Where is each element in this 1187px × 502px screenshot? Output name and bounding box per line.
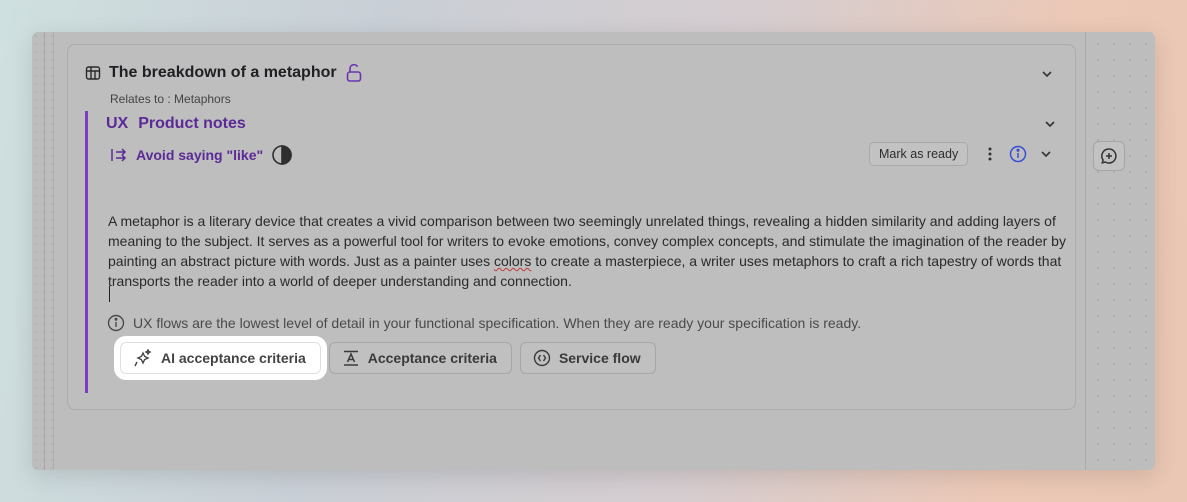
acceptance-criteria-button[interactable]: Acceptance criteria <box>328 342 512 374</box>
text-format-icon <box>343 350 358 366</box>
product-notes-section: UX Product notes Avoid saying "like" Mar… <box>85 111 1066 393</box>
mark-as-ready-button[interactable]: Mark as ready <box>869 142 969 166</box>
table-grid-icon <box>85 66 101 80</box>
note-item-title: Avoid saying "like" <box>136 147 264 163</box>
notes-prefix: UX <box>106 115 129 132</box>
spelling-error: colors <box>493 253 532 269</box>
info-icon[interactable] <box>1009 145 1027 163</box>
notes-title: UX Product notes <box>106 115 246 133</box>
add-comment-button[interactable] <box>1093 141 1125 171</box>
flow-arrow-icon <box>111 148 127 162</box>
note-item-header: Avoid saying "like" <box>110 144 293 166</box>
flow-icon <box>533 349 551 367</box>
card-title: The breakdown of a metaphor <box>109 64 337 81</box>
ai-acceptance-criteria-button[interactable]: AI acceptance criteria <box>120 342 321 374</box>
note-body-text[interactable]: A metaphor is a literary device that cre… <box>108 211 1068 291</box>
text-caret <box>109 286 110 302</box>
relates-to-label: Relates to : Metaphors <box>110 92 231 106</box>
chevron-down-icon[interactable] <box>1043 117 1057 131</box>
more-options-icon[interactable] <box>983 146 997 162</box>
action-buttons: AI acceptance criteria Acceptance criter… <box>120 342 656 374</box>
notes-title-text: Product notes <box>138 115 246 132</box>
contrast-icon[interactable] <box>271 144 293 166</box>
comment-gutter <box>1085 32 1155 470</box>
app-window: The breakdown of a metaphor Relates to :… <box>32 32 1155 470</box>
info-icon <box>107 314 125 332</box>
sparkle-icon <box>134 348 152 367</box>
service-flow-button[interactable]: Service flow <box>519 342 656 374</box>
feature-card: The breakdown of a metaphor Relates to :… <box>67 44 1076 410</box>
info-hint: UX flows are the lowest level of detail … <box>107 314 861 332</box>
chevron-down-icon[interactable] <box>1040 67 1054 81</box>
unlock-icon[interactable] <box>345 63 363 83</box>
left-gutter <box>32 32 54 470</box>
card-header: The breakdown of a metaphor <box>85 63 363 83</box>
chevron-down-icon[interactable] <box>1039 147 1053 161</box>
info-hint-text: UX flows are the lowest level of detail … <box>133 315 862 331</box>
add-comment-icon <box>1101 148 1117 164</box>
